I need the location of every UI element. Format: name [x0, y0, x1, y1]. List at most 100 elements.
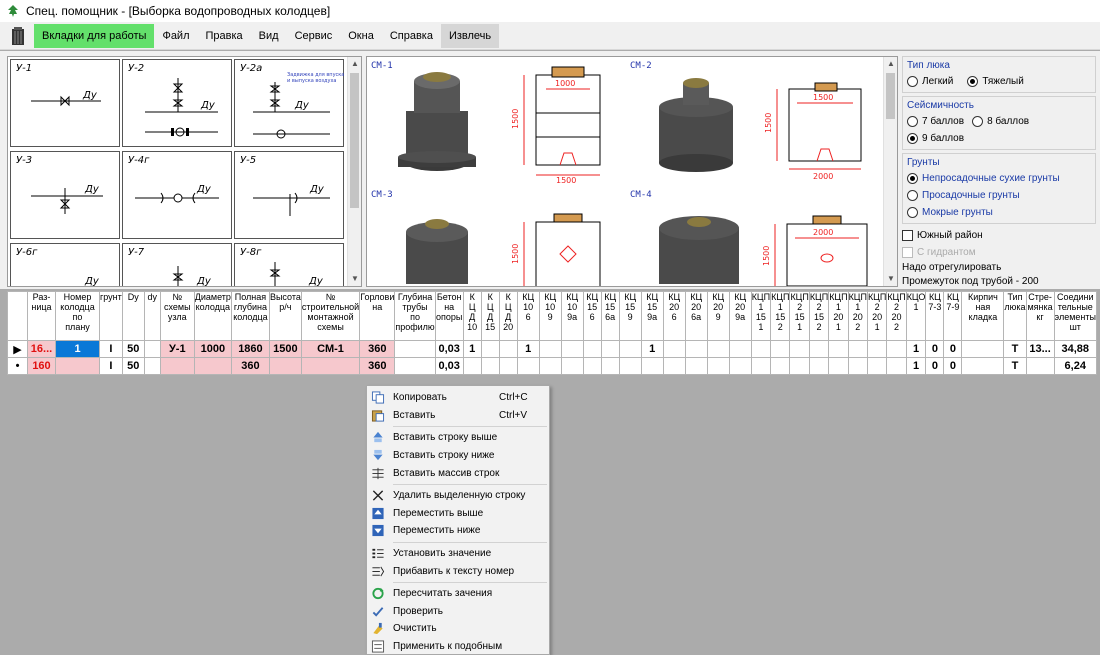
scheme-cell-sm3[interactable]: СМ-3 1500 [368, 188, 624, 286]
table-cell[interactable]: 13... [1025, 340, 1055, 358]
table-cell[interactable]: 0 [943, 340, 963, 358]
table-cell[interactable]: 0 [925, 340, 945, 358]
scroll-thumb[interactable] [886, 73, 895, 119]
table-cell[interactable]: 1 [55, 340, 100, 358]
table-cell[interactable] [728, 340, 752, 358]
table-cell[interactable] [498, 340, 518, 358]
context-menu-item[interactable]: Установить значение [367, 545, 549, 563]
table-cell[interactable]: 16... [27, 340, 56, 358]
column-header[interactable]: Стре- мянка кг [1025, 291, 1055, 341]
column-header[interactable]: КЦП 2 20 1 [866, 291, 888, 341]
column-header[interactable]: КЦ 20 6 [662, 291, 686, 341]
column-header[interactable]: Диаметр колодца [193, 291, 232, 341]
menu-view[interactable]: Вид [251, 24, 287, 48]
menu-edit[interactable]: Правка [198, 24, 251, 48]
current-row-indicator-icon[interactable]: ▶ [7, 340, 28, 358]
column-header[interactable]: Тип люка [1003, 291, 1027, 341]
table-cell[interactable] [143, 357, 161, 375]
node-cell-u6g[interactable]: У-6г Ду [10, 243, 120, 286]
menu-extract[interactable]: Извлечь [440, 23, 500, 48]
table-cell[interactable] [706, 340, 730, 358]
table-cell[interactable] [600, 340, 620, 358]
table-cell[interactable]: 50 [121, 357, 145, 375]
scroll-up-icon[interactable]: ▲ [884, 57, 897, 71]
column-header[interactable]: К Ц Д 10 [462, 291, 482, 341]
table-cell[interactable] [684, 340, 708, 358]
table-cell[interactable] [193, 357, 232, 375]
table-cell[interactable]: 1 [640, 340, 664, 358]
context-menu-item[interactable]: Вставить Ctrl+V [367, 407, 549, 425]
table-cell[interactable] [886, 340, 907, 358]
context-menu-item[interactable]: Вставить массив строк [367, 464, 549, 482]
table-cell[interactable] [728, 357, 752, 375]
column-header[interactable]: КЦП 1 20 2 [847, 291, 868, 341]
node-cell-u1[interactable]: У-1 Ду [10, 59, 120, 147]
table-cell[interactable] [394, 340, 436, 358]
node-cell-u5[interactable]: У-5 Ду [234, 151, 344, 239]
scroll-thumb[interactable] [350, 73, 359, 208]
table-cell[interactable] [684, 357, 708, 375]
table-cell[interactable] [618, 340, 642, 358]
scheme-cell-sm2[interactable]: СМ-2 1500 1500 2000 [627, 59, 883, 185]
column-header[interactable]: КЦ 15 6а [600, 291, 620, 341]
table-cell[interactable]: 6,24 [1053, 357, 1097, 375]
context-menu-item[interactable]: Вставить строку выше [367, 429, 549, 447]
table-cell[interactable]: 1500 [268, 340, 302, 358]
table-cell[interactable]: 34,88 [1053, 340, 1097, 358]
table-cell[interactable]: 1 [905, 340, 927, 358]
column-header[interactable]: КЦ 20 6а [684, 291, 708, 341]
column-header[interactable]: Раз- ница [27, 291, 56, 341]
hatch-heavy-radio[interactable] [967, 76, 979, 87]
column-header[interactable]: КЦ 10 9а [560, 291, 584, 341]
table-cell[interactable] [268, 357, 302, 375]
table-cell[interactable] [847, 340, 868, 358]
context-menu-item[interactable]: Вставить строку ниже [367, 447, 549, 465]
table-cell[interactable] [55, 357, 100, 375]
table-cell[interactable] [706, 357, 730, 375]
table-cell[interactable] [789, 357, 810, 375]
table-cell[interactable] [1025, 357, 1055, 375]
column-header[interactable]: КЦ 15 9 [618, 291, 642, 341]
table-cell[interactable] [640, 357, 664, 375]
menu-tabs[interactable]: Вкладки для работы [34, 23, 155, 48]
table-cell[interactable] [662, 357, 686, 375]
context-menu-item[interactable]: Очистить [367, 620, 549, 638]
scheme-cell-sm1[interactable]: СМ-1 1000 1500 1500 [368, 59, 624, 185]
column-header[interactable]: КЦП 2 20 2 [886, 291, 907, 341]
column-header[interactable]: грунт [99, 291, 123, 341]
context-menu-item[interactable]: Удалить выделенную строку [367, 487, 549, 505]
table-cell[interactable] [789, 340, 810, 358]
column-header[interactable]: К Ц Д 20 [498, 291, 518, 341]
table-cell[interactable] [662, 340, 686, 358]
column-header[interactable]: Полная глубина колодца [230, 291, 270, 341]
table-cell[interactable] [159, 357, 195, 375]
table-cell[interactable] [828, 340, 849, 358]
table-cell[interactable] [516, 357, 540, 375]
column-header[interactable]: КЦО 1 [905, 291, 927, 341]
seismic-9-radio[interactable] [907, 133, 918, 144]
column-header[interactable]: Горлови на [359, 291, 396, 341]
node-cell-u8g[interactable]: У-8г Ду [234, 243, 344, 286]
context-menu-item[interactable]: Копировать Ctrl+C [367, 389, 549, 407]
table-cell[interactable] [600, 357, 620, 375]
table-cell[interactable] [808, 340, 830, 358]
table-cell[interactable]: 0,03 [434, 357, 464, 375]
context-menu-item[interactable]: Пересчитать зачения [367, 585, 549, 603]
column-header[interactable]: КЦП 1 20 1 [828, 291, 849, 341]
table-cell[interactable] [582, 340, 602, 358]
table-cell[interactable] [866, 340, 888, 358]
hatch-light-radio[interactable] [907, 76, 918, 87]
table-cell[interactable]: 1 [516, 340, 540, 358]
table-cell[interactable]: Т [1003, 357, 1027, 375]
node-cell-u2a[interactable]: У-2а Задвижка для впуска и выпуска возду… [234, 59, 344, 147]
column-header[interactable]: КЦП 1 15 2 [770, 291, 791, 341]
table-cell[interactable] [618, 357, 642, 375]
table-cell[interactable]: 50 [121, 340, 145, 358]
table-cell[interactable]: I [99, 340, 123, 358]
table-cell[interactable]: 360 [359, 340, 396, 358]
column-header[interactable]: КЦ 20 9 [706, 291, 730, 341]
table-cell[interactable] [538, 340, 562, 358]
table-cell[interactable] [582, 357, 602, 375]
table-cell[interactable] [808, 357, 830, 375]
table-cell[interactable]: 1 [905, 357, 927, 375]
